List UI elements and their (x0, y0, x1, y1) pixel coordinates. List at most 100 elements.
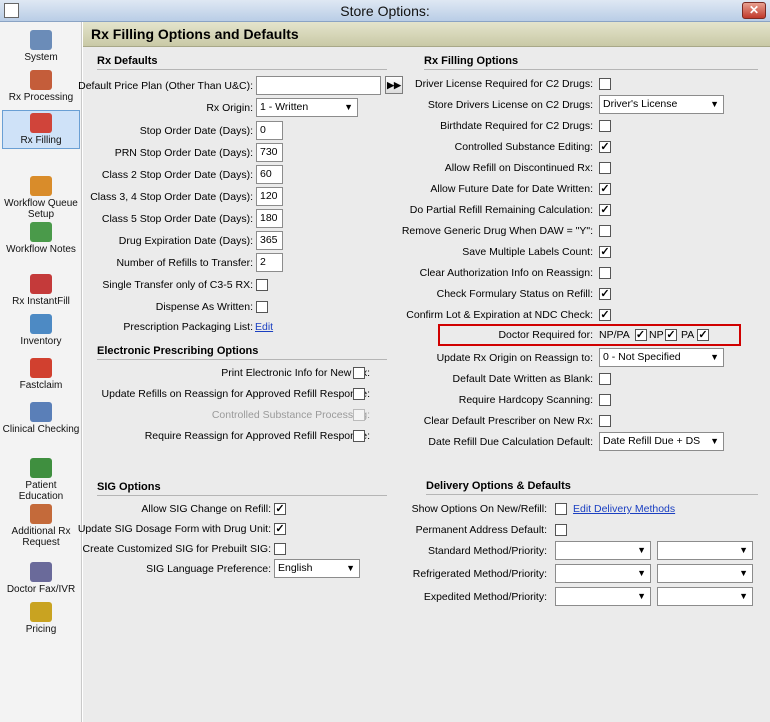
delivery-label-standard-method-priority: Standard Method/Priority: (427, 545, 547, 557)
sidebar-item-label: Rx InstantFill (12, 296, 70, 307)
permanent-address-label: Permanent Address Default: (415, 524, 547, 536)
erx-label-print-electronic-info-for-new-rx: Print Electronic Info for New Rx: (221, 367, 370, 379)
select-value: Driver's License (603, 98, 678, 110)
fastclaim-icon (30, 358, 52, 378)
filling-checkbox-controlled-substance-editing[interactable]: ✓ (599, 141, 611, 153)
erx-checkbox-update-refills-on-reassign-for-approved-refill-response[interactable] (353, 388, 365, 400)
field-input-class-2-stop-order-date-days[interactable]: 60 (256, 165, 283, 184)
sidebar-item-label: Doctor Fax/IVR (6, 584, 76, 595)
erx-checkbox-require-reassign-for-approved-refill-response[interactable] (353, 430, 365, 442)
filling-checkbox-save-multiple-labels-count[interactable]: ✓ (599, 246, 611, 258)
delivery-priority-select[interactable]: ▼ (657, 541, 753, 560)
sidebar-item-doctor-fax-ivr[interactable]: Doctor Fax/IVR (2, 560, 80, 597)
sig-checkbox-create-customized-sig-for-prebuilt-sig[interactable] (274, 543, 286, 555)
dispense-as-written-checkbox[interactable] (256, 301, 268, 313)
filling-checkbox-allow-future-date-for-date-written[interactable]: ✓ (599, 183, 611, 195)
field-input-prn-stop-order-date-days[interactable]: 730 (256, 143, 283, 162)
sig-language-select[interactable]: English ▼ (274, 559, 360, 578)
erx-checkbox-controlled-substance-processing (353, 409, 365, 421)
permanent-address-checkbox[interactable] (555, 524, 567, 536)
doctor-opt-checkbox-np-pa[interactable]: ✓ (634, 329, 647, 341)
field-label-drug-expiration-date-days: Drug Expiration Date (Days): (118, 235, 253, 247)
sidebar-item-workflow-queue-setup[interactable]: Workflow Queue Setup (2, 174, 80, 222)
field-input-class-3-4-stop-order-date-days[interactable]: 120 (256, 187, 283, 206)
filling-checkbox-require-hardcopy-scanning[interactable] (599, 394, 611, 406)
filling-select-store-drivers-license-on-c2-drugs[interactable]: Driver's License ▼ (599, 95, 724, 114)
sidebar-item-rx-filling[interactable]: Rx Filling (2, 110, 80, 149)
erx-label-update-refills-on-reassign-for-approved-refill-response: Update Refills on Reassign for Approved … (101, 388, 370, 400)
filling-checkbox-clear-default-prescriber-on-new-rx[interactable] (599, 415, 611, 427)
select-value: Date Refill Due + DS (603, 435, 701, 447)
delivery-priority-select[interactable]: ▼ (657, 587, 753, 606)
filling-checkbox-remove-generic-drug-when-daw-y[interactable] (599, 225, 611, 237)
erx-checkbox-print-electronic-info-for-new-rx[interactable] (353, 367, 365, 379)
packaging-edit-link[interactable]: Edit (255, 321, 273, 333)
filling-select-update-rx-origin-on-reassign-to[interactable]: 0 - Not Specified ▼ (599, 348, 724, 367)
doctor-opt-label-pa: PA (681, 329, 695, 341)
field-input-number-of-refills-to-transfer[interactable]: 2 (256, 253, 283, 272)
sidebar-item-rx-processing[interactable]: Rx Processing (2, 68, 80, 105)
page-title: Rx Filling Options and Defaults (91, 26, 299, 42)
delivery-method-select[interactable]: ▼ (555, 541, 651, 560)
chevron-down-icon: ▼ (739, 545, 748, 555)
clinical-checking-icon (30, 402, 52, 422)
filling-checkbox-check-formulary-status-on-refill[interactable]: ✓ (599, 288, 611, 300)
filling-label-remove-generic-drug-when-daw-y: Remove Generic Drug When DAW = "Y": (401, 225, 593, 237)
doctor-opt-checkbox-np[interactable]: ✓ (665, 329, 677, 341)
delivery-method-select[interactable]: ▼ (555, 587, 651, 606)
sidebar-item-workflow-notes[interactable]: Workflow Notes (2, 220, 80, 257)
main-panel: Rx Filling Options and Defaults Rx Defau… (78, 22, 770, 722)
edit-delivery-methods-link[interactable]: Edit Delivery Methods (573, 503, 675, 515)
filling-checkbox-driver-license-required-for-c2-drugs[interactable] (599, 78, 611, 90)
filling-label-date-refill-due-calculation-default: Date Refill Due Calculation Default: (428, 436, 593, 448)
field-input-stop-order-date-days[interactable]: 0 (256, 121, 283, 140)
sidebar-item-inventory[interactable]: Inventory (2, 312, 80, 349)
price-plan-input[interactable] (256, 76, 381, 95)
rx-origin-value: 1 - Written (260, 101, 309, 113)
field-input-class-5-stop-order-date-days[interactable]: 180 (256, 209, 283, 228)
workflow-notes-icon (30, 222, 52, 242)
doctor-required-label: Doctor Required for: (498, 329, 593, 341)
delivery-priority-select[interactable]: ▼ (657, 564, 753, 583)
filling-checkbox-do-partial-refill-remaining-calculation[interactable]: ✓ (599, 204, 611, 216)
close-button[interactable]: ✕ (742, 2, 766, 19)
field-input-drug-expiration-date-days[interactable]: 365 (256, 231, 283, 250)
panel-header: Rx Filling Options and Defaults (83, 22, 770, 47)
filling-checkbox-allow-refill-on-discontinued-rx[interactable] (599, 162, 611, 174)
sidebar-item-additional-rx-request[interactable]: Additional Rx Request (2, 502, 80, 550)
packaging-list-label: Prescription Packaging List: (123, 321, 253, 333)
filling-checkbox-clear-authorization-info-on-reassign[interactable] (599, 267, 611, 279)
doctor-opt-checkbox-pa[interactable]: ✓ (697, 329, 709, 341)
delivery-show-options-label: Show Options On New/Refill: (411, 503, 547, 515)
eprescribing-title: Electronic Prescribing Options (97, 345, 259, 357)
sidebar-item-clinical-checking[interactable]: Clinical Checking (2, 400, 80, 437)
filling-checkbox-birthdate-required-for-c2-drugs[interactable] (599, 120, 611, 132)
sidebar-item-fastclaim[interactable]: Fastclaim (2, 356, 80, 393)
sidebar-item-label: Clinical Checking (2, 424, 80, 435)
field-label-stop-order-date-days: Stop Order Date (Days): (139, 125, 253, 137)
delivery-method-select[interactable]: ▼ (555, 564, 651, 583)
pricing-icon (30, 602, 52, 622)
sidebar-item-patient-education[interactable]: Patient Education (2, 456, 80, 504)
sidebar-item-system[interactable]: System (2, 28, 80, 65)
sig-checkbox-allow-sig-change-on-refill[interactable]: ✓ (274, 503, 286, 515)
filling-checkbox-confirm-lot-expiration-at-ndc-check[interactable]: ✓ (599, 309, 611, 321)
sidebar-item-label: Rx Filling (20, 135, 62, 146)
sidebar-item-rx-instantfill[interactable]: Rx InstantFill (2, 272, 80, 309)
rx-processing-icon (30, 70, 52, 90)
filling-label-require-hardcopy-scanning: Require Hardcopy Scanning: (458, 394, 593, 406)
filling-select-date-refill-due-calculation-default[interactable]: Date Refill Due + DS ▼ (599, 432, 724, 451)
sig-label-update-sig-dosage-form-with-drug-unit: Update SIG Dosage Form with Drug Unit: (77, 523, 271, 535)
price-plan-lookup-button[interactable]: ▶▶ (385, 76, 403, 94)
delivery-show-options-checkbox[interactable] (555, 503, 567, 515)
rx-origin-select[interactable]: 1 - Written ▼ (256, 98, 358, 117)
single-transfer-checkbox[interactable] (256, 279, 268, 291)
sig-checkbox-update-sig-dosage-form-with-drug-unit[interactable]: ✓ (274, 523, 286, 535)
sidebar-item-pricing[interactable]: Pricing (2, 600, 80, 637)
patient-education-icon (30, 458, 52, 478)
sidebar-item-label: Pricing (25, 624, 57, 635)
additional-rx-request-icon (30, 504, 52, 524)
filling-label-clear-default-prescriber-on-new-rx: Clear Default Prescriber on New Rx: (423, 415, 593, 427)
filling-checkbox-default-date-written-as-blank[interactable] (599, 373, 611, 385)
filling-label-store-drivers-license-on-c2-drugs: Store Drivers License on C2 Drugs: (427, 99, 593, 111)
